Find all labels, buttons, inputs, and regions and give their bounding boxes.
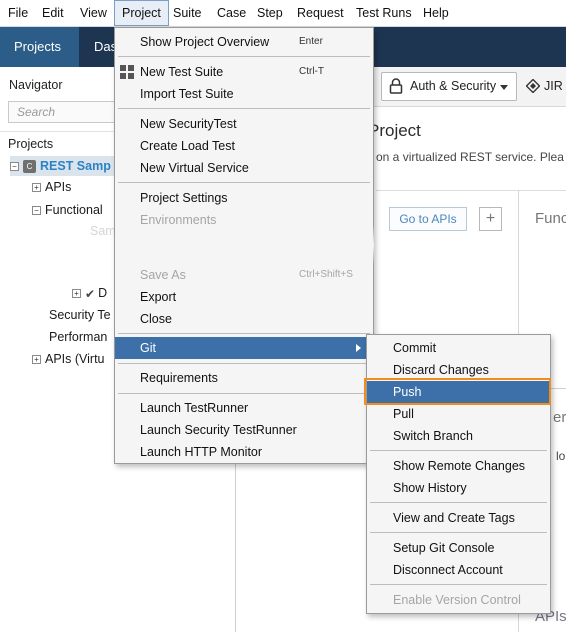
menu-item-commit[interactable]: Commit: [367, 337, 550, 359]
tree-item-security[interactable]: Security Te: [49, 308, 111, 322]
menu-item-project-settings[interactable]: Project Settings: [115, 187, 373, 209]
menu-item-export[interactable]: Export: [115, 286, 373, 308]
tree-item-functional[interactable]: − Functional: [32, 203, 103, 217]
tree-item-label: APIs: [45, 180, 72, 194]
auth-security-button[interactable]: Auth & Security: [381, 72, 517, 101]
menu-item-launch-http-monitor[interactable]: Launch HTTP Monitor: [115, 441, 373, 463]
menu-item-requirements[interactable]: Requirements: [115, 367, 373, 389]
menu-view[interactable]: View: [73, 0, 114, 27]
shortcut-label: Ctrl+Shift+S: [299, 269, 353, 280]
menu-help[interactable]: Help: [416, 0, 456, 27]
expand-icon[interactable]: +: [32, 183, 41, 193]
tree-item-performance[interactable]: Performan: [49, 330, 107, 344]
tree-item-label: Sam: [90, 224, 116, 238]
shortcut-label: Enter: [299, 36, 323, 47]
page-title: Project: [368, 121, 421, 140]
tree-item-d[interactable]: + ✔ D: [72, 286, 107, 301]
menu-item-setup-git-console[interactable]: Setup Git Console: [367, 537, 550, 559]
menu-item-close[interactable]: Close: [115, 308, 373, 330]
card-divider: [550, 388, 566, 389]
menu-separator: [370, 502, 547, 503]
menu-case[interactable]: Case: [210, 0, 253, 27]
chevron-right-icon: [356, 344, 361, 352]
test-suite-icon: [120, 65, 134, 79]
menu-item-label: Show Project Overview: [140, 35, 270, 49]
menu-item-enable-version-control: Enable Version Control: [393, 593, 521, 607]
tree-item-apis[interactable]: + APIs: [32, 180, 71, 194]
auth-security-label: Auth & Security: [410, 79, 497, 93]
menu-step[interactable]: Step: [250, 0, 290, 27]
fade-overlay: [116, 225, 374, 265]
functional-card-title: Func: [535, 210, 566, 227]
tree-item-faded: Sam: [52, 224, 116, 238]
menu-item-view-create-tags[interactable]: View and Create Tags: [367, 507, 550, 529]
menu-item-show-history[interactable]: Show History: [367, 477, 550, 499]
tree-item-label: D: [98, 286, 108, 300]
menu-separator: [118, 363, 370, 364]
expand-icon[interactable]: +: [72, 289, 81, 299]
shortcut-label: Ctrl-T: [299, 66, 324, 77]
collapse-icon[interactable]: −: [32, 206, 41, 216]
projects-label: Projects: [8, 137, 54, 151]
menu-item-create-load-test[interactable]: Create Load Test: [115, 135, 373, 157]
menu-file[interactable]: File: [1, 0, 35, 27]
menu-separator: [118, 56, 370, 57]
menu-item-label: New Test Suite: [140, 65, 224, 79]
expand-icon[interactable]: +: [32, 355, 41, 365]
performance-card-title: erf: [553, 409, 566, 426]
menu-item-pull[interactable]: Pull: [367, 403, 550, 425]
add-button[interactable]: +: [479, 207, 502, 231]
tree-item-apis-virtual[interactable]: + APIs (Virtu: [32, 352, 105, 366]
menu-project[interactable]: Project: [114, 0, 169, 26]
menu-item-new-test-suite[interactable]: New Test Suite Ctrl-T: [115, 61, 373, 83]
tree-item-label: APIs (Virtu: [45, 352, 105, 366]
menu-item-launch-testrunner[interactable]: Launch TestRunner: [115, 397, 373, 419]
menu-suite[interactable]: Suite: [166, 0, 209, 27]
navigator-title: Navigator: [9, 78, 63, 92]
menu-separator: [118, 182, 370, 183]
jira-label: JIR: [544, 79, 563, 93]
menu-test-runs[interactable]: Test Runs: [349, 0, 419, 27]
project-menu: Show Project Overview Enter New Test Sui…: [114, 27, 374, 464]
menu-item-new-security-test[interactable]: New SecurityTest: [115, 113, 373, 135]
project-description: on a virtualized REST service. Plea: [376, 150, 564, 164]
push-highlight-outline: [364, 378, 551, 405]
menu-item-switch-branch[interactable]: Switch Branch: [367, 425, 550, 447]
menu-item-launch-security-testrunner[interactable]: Launch Security TestRunner: [115, 419, 373, 441]
tab-projects[interactable]: Projects: [0, 27, 79, 67]
check-icon: ✔: [85, 286, 96, 301]
chevron-down-icon: [500, 85, 508, 90]
menu-item-disconnect-account[interactable]: Disconnect Account: [367, 559, 550, 581]
git-submenu: Commit Discard Changes Push Pull Switch …: [366, 334, 551, 614]
menu-request[interactable]: Request: [290, 0, 351, 27]
jira-button[interactable]: JIR: [526, 79, 563, 93]
menu-item-new-virtual-service[interactable]: New Virtual Service: [115, 157, 373, 179]
project-icon: C: [23, 160, 36, 174]
section-divider: [376, 190, 566, 191]
menu-separator: [370, 450, 547, 451]
menu-item-save-as: Save As Ctrl+Shift+S: [115, 264, 373, 286]
menu-edit[interactable]: Edit: [35, 0, 71, 27]
go-to-apis-button[interactable]: Go to APIs: [389, 207, 467, 231]
menu-item-import-test-suite[interactable]: Import Test Suite: [115, 83, 373, 105]
tree-item-label: REST Samp: [40, 159, 111, 173]
menu-separator: [118, 393, 370, 394]
menu-separator: [118, 108, 370, 109]
performance-card-text: lo: [556, 449, 566, 463]
tree-item-rest-project[interactable]: − C REST Samp: [10, 156, 120, 176]
jira-icon: [526, 79, 540, 93]
menu-item-label: Git: [140, 341, 156, 355]
collapse-icon[interactable]: −: [10, 162, 19, 172]
main-toolbar: Auth & Security JIR: [374, 67, 566, 107]
menu-item-show-project-overview[interactable]: Show Project Overview Enter: [115, 31, 373, 53]
tree-item-label: Functional: [45, 203, 103, 217]
menu-separator: [370, 532, 547, 533]
menu-separator: [118, 333, 370, 334]
menu-item-show-remote-changes[interactable]: Show Remote Changes: [367, 455, 550, 477]
menu-separator: [370, 584, 547, 585]
menu-item-label: Save As: [140, 268, 186, 282]
menu-bar: File Edit View Project Suite Case Step R…: [0, 0, 566, 27]
menu-item-git[interactable]: Git: [115, 337, 373, 359]
lock-icon: [389, 78, 403, 94]
